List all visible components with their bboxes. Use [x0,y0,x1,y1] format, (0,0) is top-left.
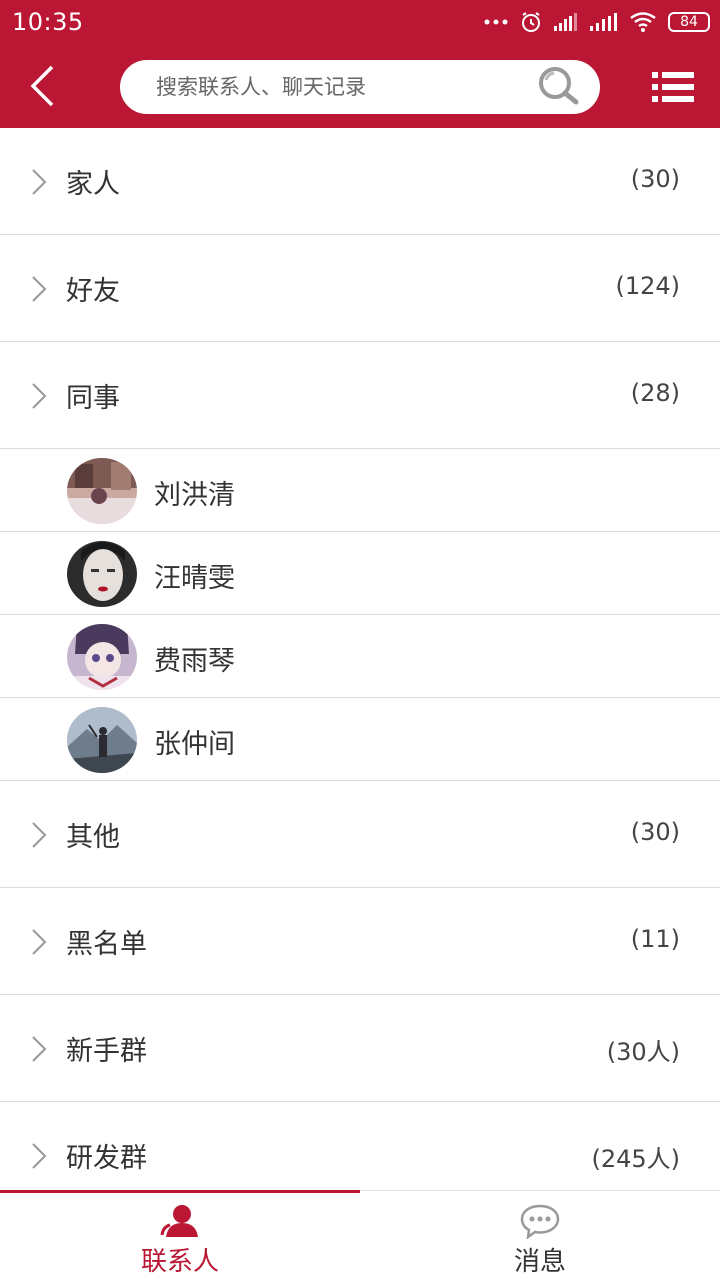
group-name: 好友 [66,276,120,307]
group-count: (28) [630,379,680,407]
chevron-left-icon [28,64,56,112]
chevron-right-icon [32,169,47,195]
contact-list: 家人 (30) 好友 (124) 同事 (28) 刘洪清 汪晴雯 费雨琴 张仲间 [0,128,720,1190]
battery-icon: 84 [668,12,710,32]
status-time: 10:35 [12,8,84,36]
avatar [67,541,137,607]
contact-name: 费雨琴 [154,646,235,677]
group-name: 新手群 [66,1036,147,1067]
contact-name: 刘洪清 [154,480,235,511]
chevron-right-icon [32,276,47,302]
status-icons: 84 [484,8,710,36]
contact-row[interactable]: 张仲间 [0,698,720,781]
tab-contacts[interactable]: 联系人 [0,1191,360,1280]
group-row-colleagues[interactable]: 同事 (28) [0,342,720,449]
more-dots-icon [484,18,508,26]
app-header: 10:35 84 [0,0,720,128]
search-box [120,60,600,114]
status-bar: 10:35 84 [0,0,720,46]
contact-name: 汪晴雯 [154,563,235,594]
group-count: (124) [615,272,680,300]
group-name: 同事 [66,383,120,414]
contact-name: 张仲间 [154,729,235,760]
wifi-icon [630,12,656,32]
tab-label: 消息 [513,1247,566,1277]
contacts-icon [160,1205,198,1237]
contact-row[interactable]: 汪晴雯 [0,532,720,615]
group-row-others[interactable]: 其他 (30) [0,781,720,888]
avatar [67,624,137,690]
group-count: (30人) [606,1038,680,1066]
chevron-right-icon [32,383,47,409]
signal-icon [554,13,578,31]
signal-icon [590,13,618,31]
list-menu-icon [652,72,694,108]
chevron-right-icon [32,1036,47,1062]
nav-bar [0,46,720,128]
group-count: (11) [630,925,680,953]
tab-messages[interactable]: 消息 [360,1191,720,1280]
search-button[interactable] [536,66,582,110]
contact-row[interactable]: 费雨琴 [0,615,720,698]
chevron-right-icon [32,822,47,848]
alarm-icon [520,11,542,33]
group-row-rd-group[interactable]: 研发群 (245人) [0,1102,720,1190]
search-input[interactable] [156,60,526,114]
group-count: (30) [630,165,680,193]
chevron-right-icon [32,1143,47,1169]
group-name: 研发群 [66,1143,147,1174]
tab-label: 联系人 [140,1247,219,1277]
group-count: (30) [630,818,680,846]
group-name: 其他 [66,822,120,853]
avatar [67,458,137,524]
back-button[interactable] [22,62,62,114]
group-name: 家人 [66,169,120,200]
group-count: (245人) [591,1145,680,1173]
bottom-tab-bar: 联系人 消息 [0,1190,720,1280]
chat-bubble-icon [520,1204,560,1239]
battery-level: 84 [668,12,710,32]
contact-row[interactable]: 刘洪清 [0,449,720,532]
avatar [67,707,137,773]
search-icon [537,66,581,110]
group-row-friends[interactable]: 好友 (124) [0,235,720,342]
group-row-blacklist[interactable]: 黑名单 (11) [0,888,720,995]
group-name: 黑名单 [66,929,147,960]
chevron-right-icon [32,929,47,955]
group-row-newbie-group[interactable]: 新手群 (30人) [0,995,720,1102]
group-row-family[interactable]: 家人 (30) [0,128,720,235]
menu-button[interactable] [652,70,694,104]
